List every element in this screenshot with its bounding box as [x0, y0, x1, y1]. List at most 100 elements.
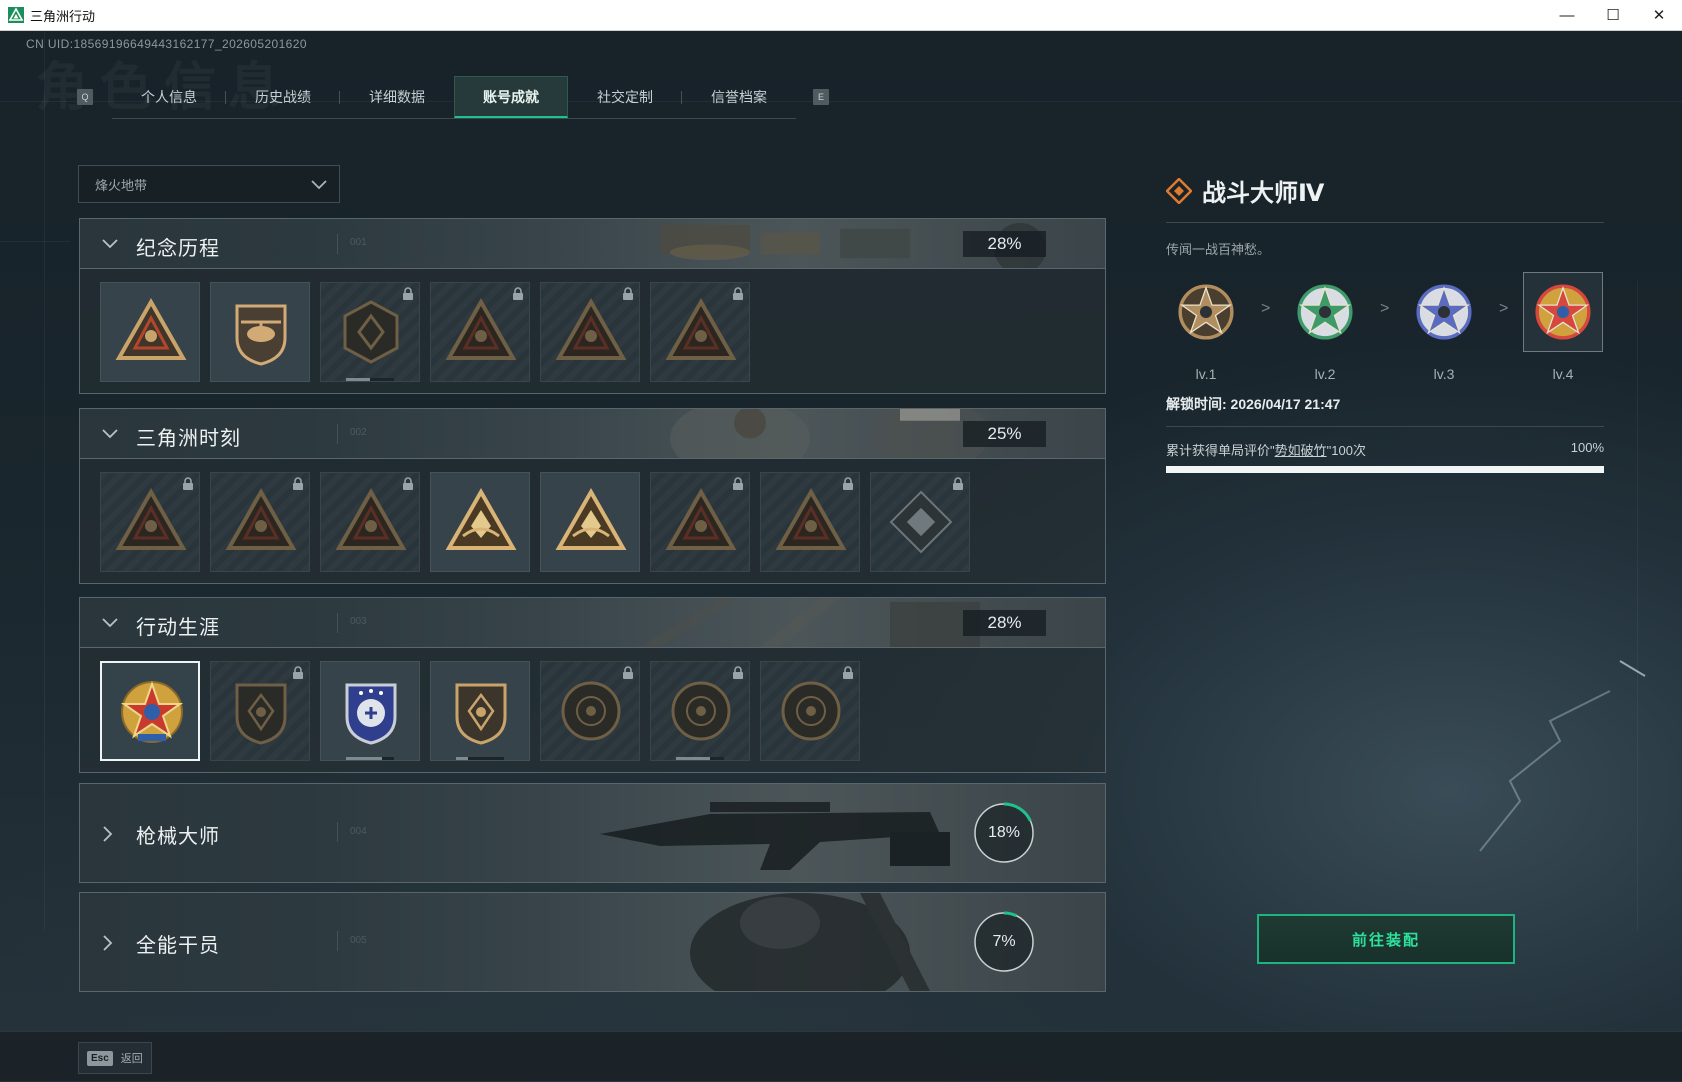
crystal-diamond-badge-tile[interactable]	[870, 472, 970, 572]
tab-3[interactable]: 详细数据	[340, 76, 454, 118]
level-1[interactable]: lv.1	[1166, 272, 1246, 382]
warrior-triangle-badge-icon	[445, 297, 517, 360]
tab-bar: 个人信息 历史战绩 详细数据 账号成就 社交定制 信誉档案	[112, 76, 796, 119]
lightning-decoration	[1479, 660, 1646, 852]
hex-emblem-badge-tile[interactable]	[320, 282, 420, 382]
crouching-figure-badge-icon	[335, 487, 407, 550]
triangle-shield-badge-icon	[115, 297, 187, 360]
gold-star-medal-icon	[1535, 284, 1591, 340]
level-4[interactable]: lv.4	[1523, 272, 1603, 382]
skull-circle-badge-tile[interactable]	[650, 661, 750, 761]
level-progression: lv.1 > lv.2 > lv.3 > lv.4	[1166, 272, 1604, 392]
uid-label: CN UID:18569196649443162177_202605201620	[26, 37, 307, 51]
winged-shield-badge-tile[interactable]	[210, 661, 310, 761]
eye-circle-badge-tile[interactable]	[760, 661, 860, 761]
collapse-chevron-icon	[102, 239, 118, 249]
expand-chevron-icon	[103, 935, 113, 951]
level-arrow: >	[1499, 300, 1509, 317]
triangle-shield-badge-tile[interactable]	[100, 282, 200, 382]
level-2[interactable]: lv.2	[1285, 272, 1365, 382]
maximize-button[interactable]: ☐	[1590, 0, 1636, 30]
beast-triangle-badge-tile[interactable]	[650, 472, 750, 572]
collapse-chevron-icon	[102, 429, 118, 439]
section-number: 001	[350, 237, 367, 248]
section-header[interactable]: 纪念历程 001 28%	[80, 219, 1105, 269]
expand-chevron-icon	[103, 826, 113, 842]
section-progress-ring: 18%	[973, 802, 1035, 864]
grid-line	[44, 31, 45, 931]
badge-progress-bar	[676, 757, 724, 760]
winged-shield-badge-icon	[235, 683, 287, 745]
tab-prev-key[interactable]: Q	[77, 89, 93, 105]
skull-triangle-badge-tile[interactable]	[650, 282, 750, 382]
level-label: lv.2	[1314, 366, 1336, 382]
section-header[interactable]: 全能干员 005 7%	[80, 893, 1105, 991]
detail-title: 战斗大师Ⅳ	[1202, 180, 1325, 207]
soldier-triangle-badge-tile[interactable]	[210, 472, 310, 572]
hands-crystal-badge-tile[interactable]	[430, 472, 530, 572]
mode-select[interactable]: 烽火地带	[78, 165, 340, 203]
window-titlebar: 三角洲行动 — ☐ ✕	[0, 0, 1682, 31]
lock-icon	[842, 477, 854, 496]
lock-icon	[622, 666, 634, 685]
condition-row: 累计获得单局评价"势如破竹"100次 100%	[1166, 426, 1604, 459]
section-weapon-master: 枪械大师 004 18%	[79, 783, 1106, 883]
tab-2[interactable]: 历史战绩	[226, 76, 340, 118]
section-operation-career: 行动生涯 003 28%	[79, 597, 1106, 773]
level-3[interactable]: lv.3	[1404, 272, 1484, 382]
tab-1[interactable]: 个人信息	[112, 76, 226, 118]
lock-icon	[402, 287, 414, 306]
level-label: lv.1	[1195, 366, 1217, 382]
go-equip-button[interactable]: 前往装配	[1257, 914, 1515, 964]
lock-icon	[292, 666, 304, 685]
section-header[interactable]: 行动生涯 003 28%	[80, 598, 1105, 648]
condition-progress-fill	[1166, 466, 1604, 473]
section-title: 全能干员	[136, 935, 220, 957]
divider	[1166, 222, 1604, 223]
minimize-button[interactable]: —	[1544, 0, 1590, 30]
skull-circle-badge-icon	[671, 681, 731, 741]
tab-next-key[interactable]: E	[813, 89, 829, 105]
fish-triangle-badge-tile[interactable]	[760, 472, 860, 572]
warrior-triangle-badge-tile[interactable]	[430, 282, 530, 382]
strongman-badge-icon	[555, 487, 627, 550]
section-delta-moments: 三角洲时刻 002 25%	[79, 408, 1106, 584]
bottle-triangle-badge-tile[interactable]	[100, 472, 200, 572]
section-percent: 18%	[987, 824, 1021, 841]
condition-progress-bar	[1166, 466, 1604, 473]
lock-icon	[732, 477, 744, 496]
shell-circle-badge-tile[interactable]	[540, 661, 640, 761]
fish-triangle-badge-icon	[775, 487, 847, 550]
hooded-figure-badge-tile[interactable]	[540, 282, 640, 382]
section-header[interactable]: 三角洲时刻 002 25%	[80, 409, 1105, 459]
section-title: 三角洲时刻	[136, 428, 241, 450]
combat-master-star-badge-tile[interactable]	[100, 661, 200, 761]
back-button[interactable]: Esc 返回	[78, 1042, 152, 1074]
section-number: 003	[350, 616, 367, 627]
helicopter-badge-icon	[235, 304, 287, 366]
bronze-star-medal-icon	[1178, 284, 1234, 340]
badge-grid	[80, 269, 1105, 393]
badge-grid	[80, 459, 1105, 583]
helicopter-badge-tile[interactable]	[210, 282, 310, 382]
divider	[337, 234, 338, 254]
section-progress-ring: 7%	[973, 911, 1035, 973]
level-label: lv.4	[1552, 366, 1574, 382]
collapse-chevron-icon	[102, 618, 118, 628]
strongman-badge-tile[interactable]	[540, 472, 640, 572]
tab-4[interactable]: 账号成就	[454, 76, 568, 118]
section-header[interactable]: 枪械大师 004 18%	[80, 784, 1105, 882]
close-button[interactable]: ✕	[1636, 0, 1682, 30]
footer-bar: Esc 返回	[0, 1031, 1682, 1081]
blue-star-shield-badge-tile[interactable]	[320, 661, 420, 761]
crouching-figure-badge-tile[interactable]	[320, 472, 420, 572]
lock-icon	[622, 287, 634, 306]
hex-emblem-badge-icon	[343, 300, 399, 364]
tab-6[interactable]: 信誉档案	[682, 76, 796, 118]
gem-shield-badge-tile[interactable]	[430, 661, 530, 761]
level-label: lv.3	[1433, 366, 1455, 382]
lock-icon	[182, 477, 194, 496]
section-title: 纪念历程	[136, 238, 220, 260]
tab-5[interactable]: 社交定制	[568, 76, 682, 118]
badge-grid	[80, 648, 1105, 772]
